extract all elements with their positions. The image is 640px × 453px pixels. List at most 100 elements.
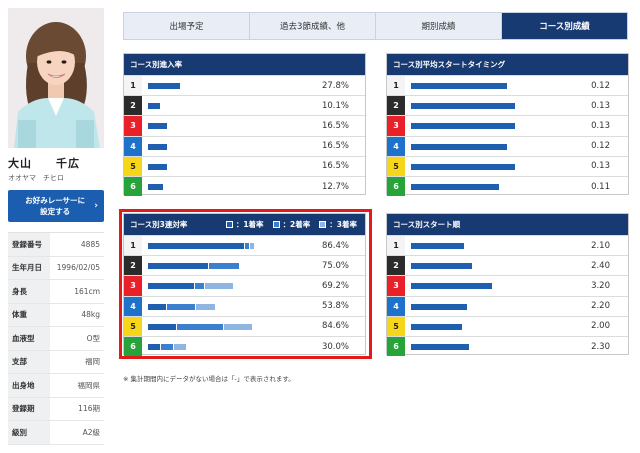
- profile-label: 級別: [8, 421, 50, 444]
- value-label: 0.13: [591, 120, 610, 131]
- lane-number-1: 1: [387, 76, 405, 96]
- lane-number-3: 3: [387, 116, 405, 136]
- value-bar: [148, 123, 167, 130]
- bar-zone: 0.13: [405, 116, 628, 135]
- profile-label: 登録期: [8, 397, 50, 420]
- bar-zone: 2.40: [405, 256, 628, 275]
- racer-name: 大山 千広: [8, 157, 80, 170]
- bar-zone: 0.12: [405, 137, 628, 156]
- value-bar: [411, 243, 465, 249]
- value-label: 2.00: [591, 321, 610, 332]
- profile-row: 登録期 116期: [8, 397, 104, 421]
- tab-bar: 出場予定 過去3節成績、他 期別成績 コース別成績: [123, 12, 628, 40]
- value-bar: [411, 323, 462, 330]
- table-row: 4 2.20: [387, 295, 628, 316]
- table-row: 4 0.12: [387, 135, 628, 156]
- highlight-box: [119, 209, 372, 359]
- lane-number-1: 1: [387, 236, 405, 256]
- profile-value: 4885: [80, 239, 100, 249]
- profile-label: 血液型: [8, 327, 50, 350]
- table-row: 5 2.00: [387, 315, 628, 336]
- value-label: 27.8%: [321, 80, 349, 91]
- value-label: 16.5%: [321, 141, 349, 152]
- bar-zone: 16.5%: [142, 137, 365, 156]
- profile-value: 福岡県: [77, 380, 101, 390]
- panel-title: コース別平均スタートタイミング: [393, 60, 506, 69]
- bar-zone: 16.5%: [142, 116, 365, 135]
- lane-number-3: 3: [387, 276, 405, 296]
- value-bar: [411, 283, 492, 290]
- value-bar: [411, 263, 472, 270]
- lane-number-1: 1: [124, 76, 142, 96]
- bar-zone: 16.5%: [142, 157, 365, 176]
- value-bar: [411, 163, 515, 170]
- bar-zone: 2.00: [405, 317, 628, 336]
- table-row: 1 27.8%: [124, 75, 365, 96]
- tab-1[interactable]: 出場予定: [124, 13, 250, 39]
- table-row: 1 0.12: [387, 75, 628, 96]
- value-label: 2.10: [591, 240, 610, 251]
- profile-row: 登録番号 4885: [8, 233, 104, 257]
- profile-row: 身長 161cm: [8, 280, 104, 304]
- lane-number-4: 4: [387, 296, 405, 316]
- profile-row: 血液型 O型: [8, 327, 104, 351]
- profile-value: A2級: [82, 427, 100, 437]
- value-label: 3.20: [591, 280, 610, 291]
- lane-number-2: 2: [387, 96, 405, 116]
- profile-value: O型: [86, 333, 100, 343]
- panel-header: コース別進入率: [124, 54, 365, 75]
- racer-profile: 大山 千広 オオヤマ チヒロ お好みレーサーに 設定する › 登録番号 4885 生…: [8, 8, 104, 445]
- bar-zone: 0.12: [405, 76, 628, 95]
- course-start-order-panel: コース別スタート順 1 2.10 2 2.40 3 3.20 4 2.20 5 2.00 6 2.30: [386, 213, 629, 357]
- value-bar: [411, 123, 515, 130]
- value-bar: [148, 143, 167, 150]
- profile-value: 48kg: [81, 310, 100, 320]
- profile-value: 1996/02/05: [56, 263, 100, 273]
- lane-number-5: 5: [387, 316, 405, 336]
- fav-button-label-line2: 設定する: [40, 207, 71, 216]
- value-bar: [148, 163, 167, 170]
- value-label: 0.12: [591, 141, 610, 152]
- bar-zone: 2.20: [405, 297, 628, 316]
- value-bar: [411, 183, 499, 190]
- fav-button-label-line1: お好みレーサーに: [25, 196, 86, 205]
- value-label: 0.11: [591, 181, 610, 192]
- bar-zone: 3.20: [405, 276, 628, 295]
- profile-row: 支部 福岡: [8, 350, 104, 374]
- tab-4[interactable]: コース別成績: [502, 13, 627, 39]
- racer-photo: [8, 8, 104, 148]
- table-row: 5 0.13: [387, 155, 628, 176]
- bar-zone: 2.30: [405, 337, 628, 356]
- value-label: 2.30: [591, 341, 610, 352]
- value-bar: [411, 83, 507, 89]
- portrait-image: [8, 8, 104, 148]
- value-label: 0.12: [591, 80, 610, 91]
- value-bar: [411, 143, 507, 150]
- panel-header: コース別平均スタートタイミング: [387, 54, 628, 75]
- table-row: 1 2.10: [387, 235, 628, 256]
- value-label: 10.1%: [321, 100, 349, 111]
- lane-number-5: 5: [124, 156, 142, 176]
- table-row: 6 2.30: [387, 335, 628, 357]
- bar-zone: 27.8%: [142, 76, 365, 95]
- lane-number-6: 6: [124, 176, 142, 197]
- lane-number-2: 2: [387, 256, 405, 276]
- panel-title: コース別進入率: [130, 60, 183, 69]
- value-bar: [411, 343, 470, 350]
- table-row: 3 3.20: [387, 275, 628, 296]
- bar-zone: 2.10: [405, 236, 628, 255]
- profile-label: 体重: [8, 303, 50, 326]
- tab-2[interactable]: 過去3節成績、他: [250, 13, 376, 39]
- value-bar: [148, 103, 160, 110]
- add-favorite-racer-button[interactable]: お好みレーサーに 設定する ›: [8, 190, 104, 222]
- value-bar: [148, 183, 163, 190]
- lane-number-6: 6: [387, 336, 405, 357]
- value-label: 2.40: [591, 260, 610, 271]
- tab-3[interactable]: 期別成績: [376, 13, 502, 39]
- profile-row: 体重 48kg: [8, 303, 104, 327]
- profile-label: 身長: [8, 280, 50, 303]
- profile-label: 登録番号: [8, 233, 50, 256]
- value-label: 16.5%: [321, 161, 349, 172]
- bar-zone: 0.11: [405, 177, 628, 196]
- table-row: 6 12.7%: [124, 175, 365, 197]
